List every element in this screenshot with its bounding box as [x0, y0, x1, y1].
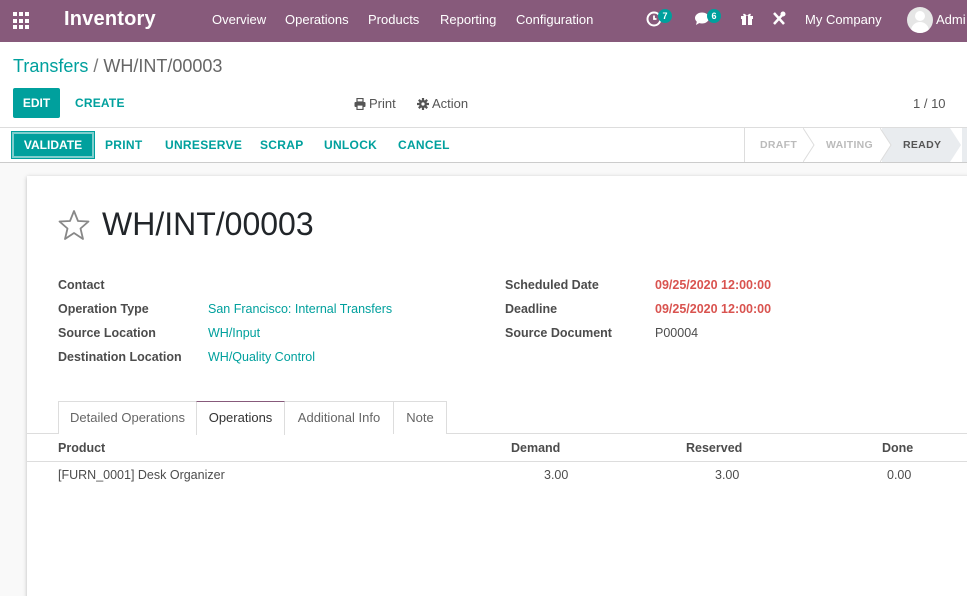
row-done: 0.00 [887, 468, 912, 482]
unreserve-button[interactable]: UNRESERVE [165, 138, 242, 152]
stage-end-chevron [950, 128, 962, 162]
validate-button[interactable]: VALIDATE [12, 132, 94, 158]
row-reserved: 3.00 [715, 468, 740, 482]
stage-draft: DRAFT [760, 139, 798, 151]
menu-reporting[interactable]: Reporting [440, 12, 496, 27]
scheduled-date-label: Scheduled Date [505, 278, 599, 292]
stage-separator-chevron [880, 128, 892, 162]
column-demand[interactable]: Demand [511, 441, 560, 455]
status-bar: VALIDATE PRINT UNRESERVE SCRAP UNLOCK CA… [0, 128, 967, 163]
priority-star-icon[interactable] [58, 209, 90, 241]
contact-label: Contact [58, 278, 105, 292]
destination-location-label: Destination Location [58, 350, 182, 364]
cancel-button[interactable]: CANCEL [398, 138, 450, 152]
menu-configuration[interactable]: Configuration [516, 12, 593, 27]
print-button[interactable]: PRINT [105, 138, 143, 152]
top-navbar: Inventory Overview Operations Products R… [0, 0, 967, 42]
user-avatar[interactable] [907, 7, 933, 33]
stage-waiting: WAITING [826, 139, 874, 151]
record-pager[interactable]: 1 / 10 [913, 96, 946, 111]
tab-note[interactable]: Note [393, 401, 447, 434]
menu-products[interactable]: Products [368, 12, 419, 27]
apps-grid-icon[interactable] [13, 12, 31, 30]
print-dropdown[interactable]: Print [354, 96, 396, 111]
breadcrumb: Transfers / WH/INT/00003 [13, 56, 222, 77]
column-done[interactable]: Done [882, 441, 913, 455]
printer-icon [354, 97, 366, 111]
table-row[interactable]: [FURN_0001] Desk Organizer 3.00 3.00 0.0… [27, 462, 967, 488]
record-title: WH/INT/00003 [102, 206, 314, 242]
action-dropdown[interactable]: Action [417, 96, 468, 111]
activity-count-badge: 7 [658, 9, 672, 23]
source-document-value: P00004 [655, 326, 699, 340]
deadline-value: 09/25/2020 12:00:00 [655, 302, 772, 316]
tab-operations[interactable]: Operations [196, 401, 285, 435]
breadcrumb-separator: / [93, 56, 99, 76]
operations-table-header: Product Demand Reserved Done [27, 434, 967, 462]
row-demand: 3.00 [544, 468, 569, 482]
create-button[interactable]: CREATE [75, 96, 125, 110]
source-location-label: Source Location [58, 326, 156, 340]
action-label: Action [432, 96, 469, 111]
scrap-button[interactable]: SCRAP [260, 138, 304, 152]
app-name[interactable]: Inventory [64, 8, 156, 31]
menu-operations[interactable]: Operations [285, 12, 349, 27]
form-sheet: WH/INT/00003 Contact Operation Type San … [27, 176, 967, 596]
gear-icon [417, 98, 429, 110]
stage-ready: READY [903, 139, 942, 151]
stage-pipeline: DRAFT WAITING READY [744, 128, 967, 162]
destination-location-link[interactable]: WH/Quality Control [208, 350, 315, 364]
tab-detailed-operations[interactable]: Detailed Operations [58, 401, 197, 434]
row-product: [FURN_0001] Desk Organizer [58, 468, 225, 482]
source-location-link[interactable]: WH/Input [208, 326, 260, 340]
unlock-button[interactable]: UNLOCK [324, 138, 377, 152]
control-panel: Transfers / WH/INT/00003 EDIT CREATE Print… [0, 42, 967, 128]
menu-overview[interactable]: Overview [212, 12, 266, 27]
column-product[interactable]: Product [58, 441, 105, 455]
operation-type-label: Operation Type [58, 302, 149, 316]
operation-type-link[interactable]: San Francisco: Internal Transfers [208, 302, 392, 316]
breadcrumb-current: WH/INT/00003 [103, 56, 223, 76]
user-menu[interactable]: Admi [936, 12, 966, 27]
stage-separator-chevron [803, 128, 815, 162]
edit-button[interactable]: EDIT [13, 88, 60, 118]
column-reserved[interactable]: Reserved [686, 441, 742, 455]
gift-icon[interactable] [740, 11, 754, 30]
breadcrumb-transfers[interactable]: Transfers [13, 56, 88, 76]
debug-tools-icon[interactable] [772, 11, 786, 30]
scheduled-date-value: 09/25/2020 12:00:00 [655, 278, 772, 292]
message-count-badge: 6 [707, 9, 721, 23]
company-switcher[interactable]: My Company [805, 12, 882, 27]
print-label: Print [369, 96, 396, 111]
deadline-label: Deadline [505, 302, 558, 316]
tab-additional-info[interactable]: Additional Info [284, 401, 394, 434]
source-document-label: Source Document [505, 326, 612, 340]
notebook-tabs: Detailed Operations Operations Additiona… [27, 400, 967, 435]
